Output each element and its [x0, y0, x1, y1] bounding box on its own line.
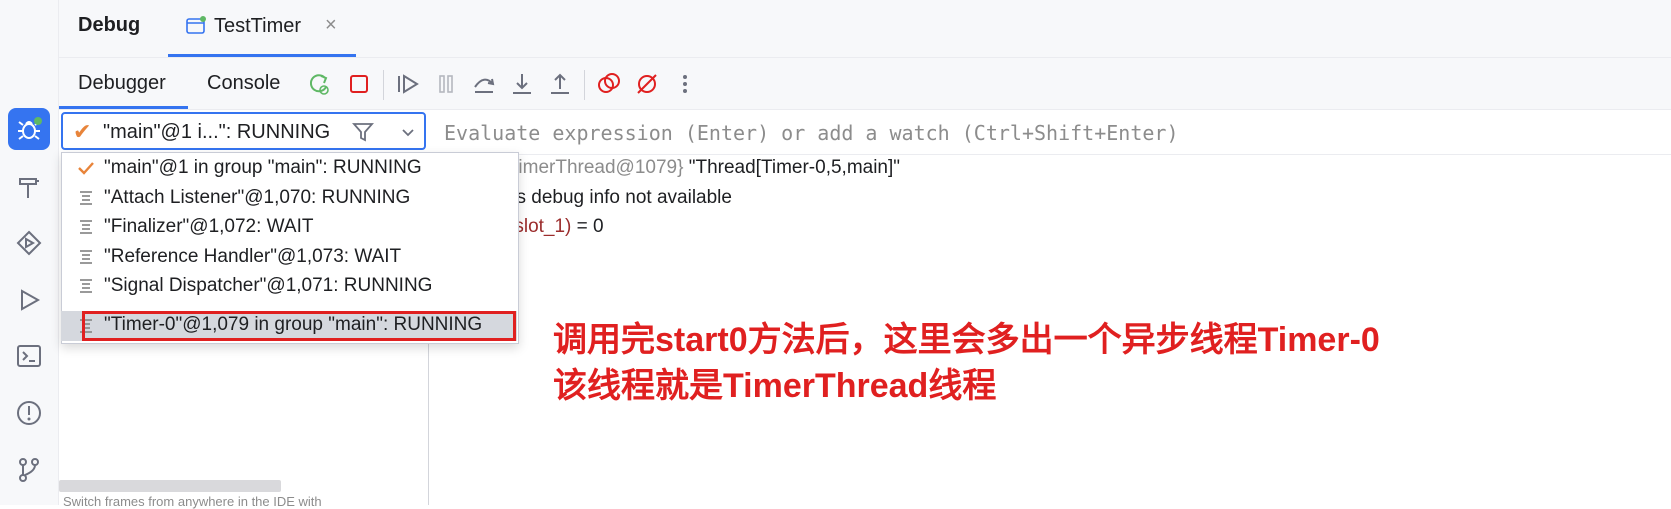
close-icon[interactable]: × — [325, 14, 337, 37]
variable-type: {TimerThread@1079} — [501, 157, 684, 178]
debugger-toolbar — [59, 58, 1671, 110]
pause-icon[interactable] — [432, 70, 460, 98]
git-icon[interactable] — [8, 448, 50, 490]
services-icon[interactable] — [8, 222, 50, 264]
mute-breakpoints-icon[interactable] — [633, 70, 661, 98]
check-icon — [78, 162, 94, 175]
thread-label: "main"@1 in group "main": RUNNING — [104, 157, 422, 178]
frames-status-text: Switch frames from anywhere in the IDE w… — [63, 494, 322, 509]
chevron-down-icon[interactable] — [399, 124, 417, 142]
thread-label: "Signal Dispatcher"@1,071: RUNNING — [104, 275, 433, 296]
rerun-icon[interactable] — [305, 70, 333, 98]
debug-tool-icon[interactable] — [8, 108, 50, 150]
list-item[interactable]: "Signal Dispatcher"@1,071: RUNNING — [61, 271, 517, 302]
tab-debugger[interactable]: Debugger — [78, 72, 166, 95]
list-item[interactable]: "Finalizer"@1,072: WAIT — [61, 212, 517, 243]
more-icon[interactable] — [671, 70, 699, 98]
filter-icon[interactable] — [351, 120, 375, 144]
annotation-line-2: 该线程就是TimerThread线程 — [553, 367, 997, 405]
run-icon[interactable] — [8, 279, 50, 321]
thread-icon — [80, 250, 92, 264]
variable-row[interactable]: s = {TimerThread@1079} "Thread[Timer-0,5… — [470, 157, 900, 179]
variable-value: "Thread[Timer-0,5,main]" — [683, 157, 901, 178]
view-breakpoints-icon[interactable] — [595, 70, 623, 98]
terminal-icon[interactable] — [8, 335, 50, 377]
annotation-line-1: 调用完start0方法后，这里会多出一个异步线程Timer-0 — [553, 321, 1380, 359]
tab-console[interactable]: Console — [207, 72, 280, 95]
thread-label: "Reference Handler"@1,073: WAIT — [104, 246, 402, 267]
variable-value: = 0 — [571, 216, 604, 237]
run-tab-label: TestTimer — [214, 15, 302, 37]
toolbar-separator — [584, 70, 585, 100]
toolbar-separator — [383, 70, 384, 100]
thread-icon — [80, 220, 92, 234]
check-icon: ✔ — [73, 119, 92, 144]
resume-icon[interactable] — [394, 70, 422, 98]
evaluate-placeholder: Evaluate expression (Enter) or add a wat… — [444, 121, 1179, 145]
horizontal-scrollbar[interactable] — [59, 480, 281, 492]
activity-bar — [0, 0, 59, 505]
thread-label: "Finalizer"@1,072: WAIT — [104, 216, 314, 237]
annotation-highlight-box — [82, 311, 516, 341]
thread-icon — [80, 191, 92, 205]
tool-window-title: Debug — [78, 14, 141, 36]
problems-icon[interactable] — [8, 392, 50, 434]
run-config-icon — [186, 16, 206, 34]
step-out-icon[interactable] — [546, 70, 574, 98]
list-item[interactable]: "main"@1 in group "main": RUNNING — [61, 153, 517, 184]
list-item[interactable]: "Attach Listener"@1,070: RUNNING — [61, 183, 517, 214]
list-item[interactable]: "Reference Handler"@1,073: WAIT — [61, 242, 517, 273]
build-hammer-icon[interactable] — [8, 166, 50, 208]
thread-label: "Attach Listener"@1,070: RUNNING — [104, 187, 411, 208]
thread-icon — [80, 279, 92, 293]
step-over-icon[interactable] — [470, 70, 498, 98]
active-tab-indicator — [59, 106, 188, 109]
stop-icon[interactable] — [345, 70, 373, 98]
step-into-icon[interactable] — [508, 70, 536, 98]
thread-selector-value: "main"@1 i...": RUNNING — [103, 121, 331, 143]
